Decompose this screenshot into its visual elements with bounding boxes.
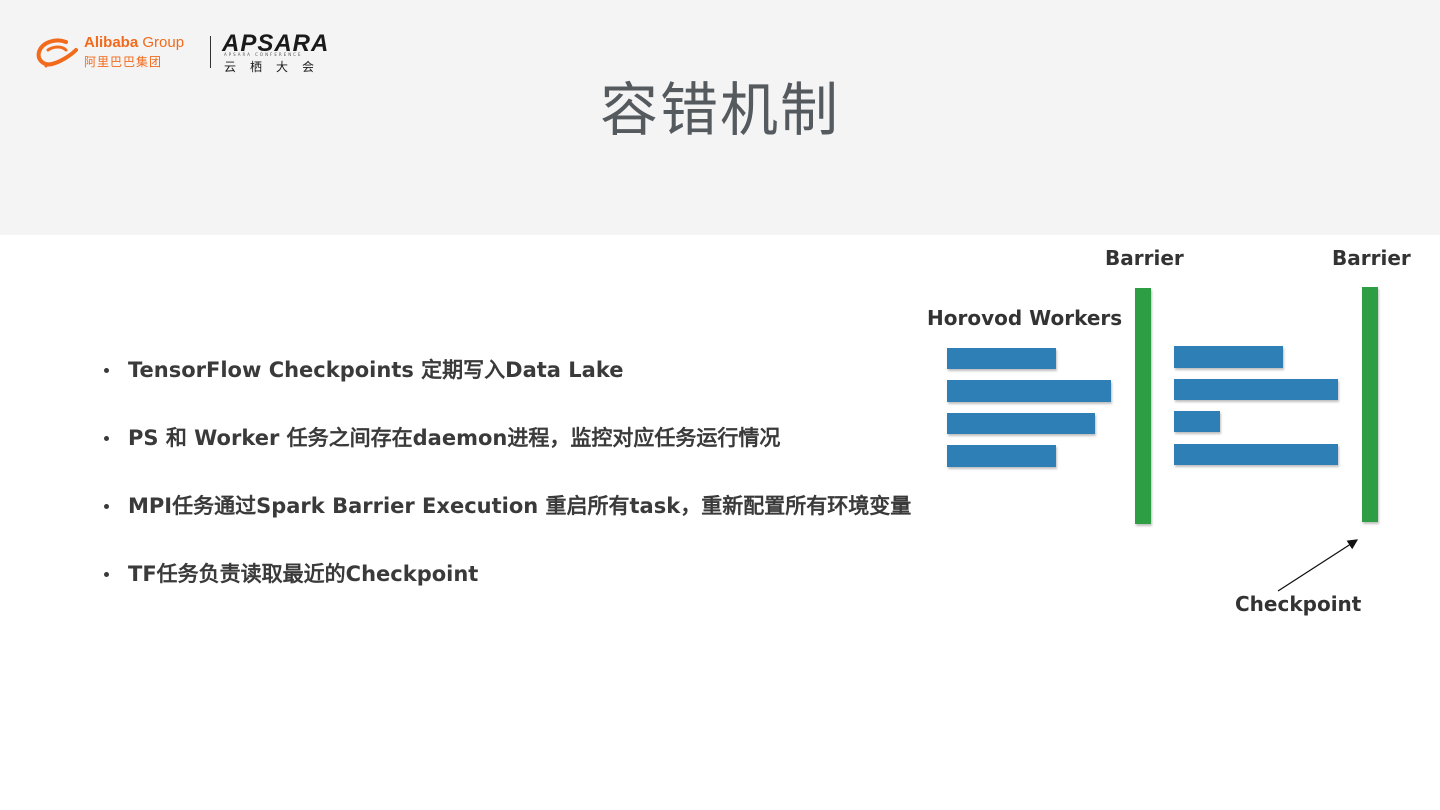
- page-title: 容错机制: [599, 76, 840, 144]
- worker-group-1: [947, 348, 1111, 467]
- bullet-text: MPI任务通过Spark Barrier Execution 重启所有task，…: [128, 494, 912, 518]
- workers-label: Horovod Workers: [927, 306, 1123, 330]
- bullet-text: TensorFlow Checkpoints 定期写入Data Lake: [128, 358, 624, 382]
- barrier-bar: [1362, 287, 1378, 522]
- list-item: TensorFlow Checkpoints 定期写入Data Lake: [104, 352, 911, 420]
- list-item: TF任务负责读取最近的Checkpoint: [104, 556, 911, 624]
- worker-bar: [1174, 444, 1338, 465]
- list-item: PS 和 Worker 任务之间存在daemon进程，监控对应任务运行情况: [104, 420, 911, 488]
- bullet-text: TF任务负责读取最近的Checkpoint: [128, 562, 479, 586]
- bullet-dot: [104, 572, 109, 577]
- worker-bar: [1174, 411, 1220, 432]
- list-item: MPI任务通过Spark Barrier Execution 重启所有task，…: [104, 488, 911, 556]
- worker-bar: [1174, 379, 1338, 400]
- logo-divider: [210, 36, 211, 68]
- bullet-list: TensorFlow Checkpoints 定期写入Data Lake PS …: [104, 352, 911, 624]
- worker-bar: [1174, 346, 1283, 368]
- bullet-dot: [104, 368, 109, 373]
- logo-area: Alibaba Group 阿里巴巴集团 APSARA APSARA CONFE…: [36, 30, 336, 75]
- checkpoint-arrow: [1277, 539, 1359, 592]
- bullet-dot: [104, 436, 109, 441]
- bullet-text: PS 和 Worker 任务之间存在daemon进程，监控对应任务运行情况: [128, 426, 781, 450]
- worker-bar: [947, 445, 1056, 467]
- barrier-bar: [1135, 288, 1151, 524]
- worker-bar: [947, 380, 1111, 402]
- alibaba-wordmark-cn: 阿里巴巴集团: [84, 55, 163, 69]
- bullet-dot: [104, 504, 109, 509]
- worker-bar: [947, 348, 1056, 369]
- checkpoint-label: Checkpoint: [1235, 592, 1362, 616]
- barrier-label: Barrier: [1332, 246, 1411, 270]
- apsara-subtitle: APSARA CONFERENCE: [224, 52, 303, 57]
- barrier-label: Barrier: [1105, 246, 1184, 270]
- worker-group-2: [1174, 346, 1338, 465]
- worker-bar: [947, 413, 1095, 434]
- alibaba-logo-icon: [36, 38, 78, 68]
- alibaba-wordmark: Alibaba Group: [84, 34, 185, 51]
